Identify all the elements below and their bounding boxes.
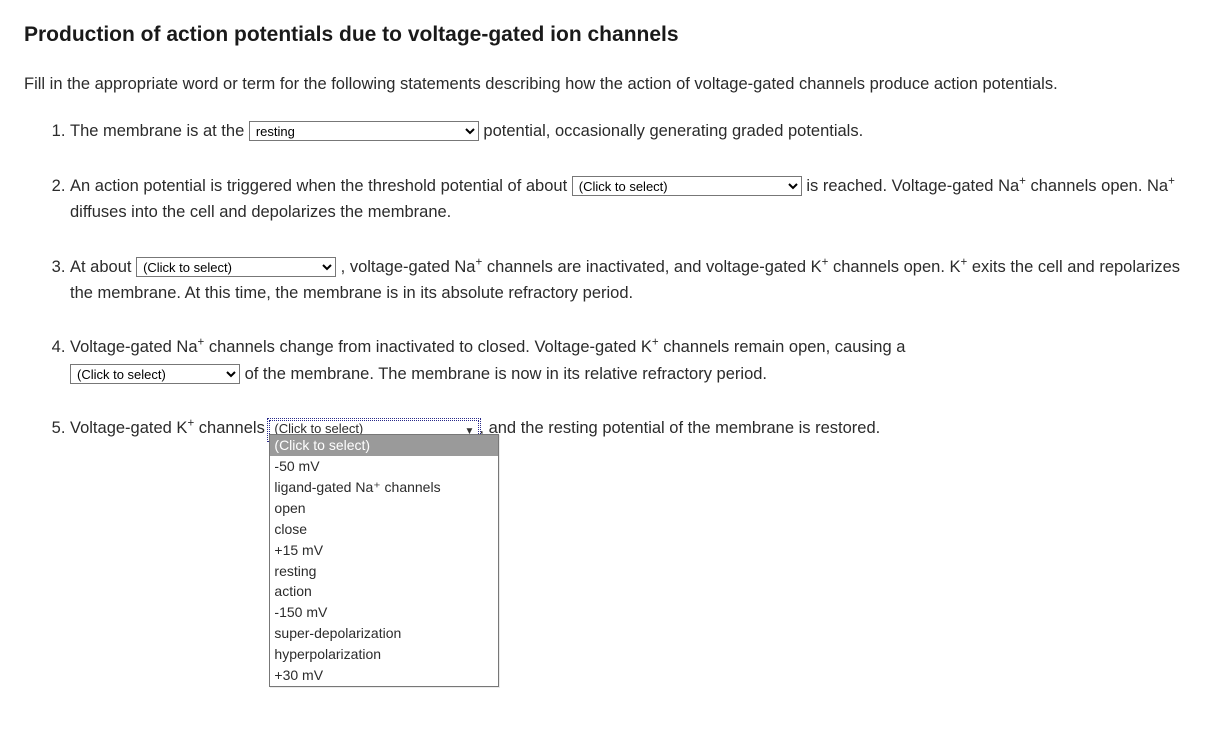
q3-text-a: , voltage-gated	[336, 258, 454, 276]
q2-select[interactable]: (Click to select)	[572, 176, 802, 196]
dropdown-option[interactable]: -150 mV	[270, 602, 498, 623]
q2-text-post-a: is reached. Voltage-gated	[802, 177, 998, 195]
dropdown-option[interactable]: (Click to select)	[270, 435, 498, 456]
dropdown-option[interactable]: -50 mV	[270, 456, 498, 477]
sodium-ion: Na+	[176, 338, 204, 356]
q3-select[interactable]: (Click to select)	[136, 257, 336, 277]
instructions-text: Fill in the appropriate word or term for…	[24, 73, 1186, 96]
dropdown-option[interactable]: hyperpolarization	[270, 644, 498, 665]
question-list: The membrane is at the resting potential…	[24, 118, 1186, 441]
dropdown-option[interactable]: close	[270, 519, 498, 540]
dropdown-option[interactable]: action	[270, 581, 498, 602]
q4-select[interactable]: (Click to select)	[70, 364, 240, 384]
q2-text-post-c: diffuses into the cell and depolarizes t…	[70, 203, 451, 221]
q5-text-pre-b: channels	[194, 419, 269, 437]
q5-dropdown-list: (Click to select) -50 mV ligand-gated Na…	[269, 434, 499, 687]
q5-text-pre-a: Voltage-gated	[70, 419, 176, 437]
dropdown-option[interactable]: super-depolarization	[270, 623, 498, 644]
dropdown-option[interactable]: +30 mV	[270, 665, 498, 686]
dropdown-option[interactable]: open	[270, 498, 498, 519]
dropdown-option[interactable]: ligand-gated Na⁺ channels	[270, 477, 498, 498]
q4-text-post: of the membrane. The membrane is now in …	[240, 365, 767, 383]
q4-text-pre-c: channels remain open, causing a	[659, 338, 906, 356]
q4-text-pre-a: Voltage-gated	[70, 338, 176, 356]
q5-text-post: , and the resting potential of the membr…	[479, 419, 880, 437]
q3-text-c: channels open.	[828, 258, 949, 276]
sodium-ion: Na+	[454, 258, 482, 276]
q1-select[interactable]: resting	[249, 121, 479, 141]
potassium-ion: K+	[949, 258, 967, 276]
question-1: The membrane is at the resting potential…	[70, 118, 1186, 144]
sodium-ion: Na+	[998, 177, 1026, 195]
potassium-ion: K+	[641, 338, 659, 356]
question-4: Voltage-gated Na+ channels change from i…	[70, 334, 1186, 387]
q1-text-post: potential, occasionally generating grade…	[479, 122, 863, 140]
potassium-ion: K+	[811, 258, 829, 276]
q2-text-pre: An action potential is triggered when th…	[70, 177, 572, 195]
dropdown-option[interactable]: resting	[270, 561, 498, 582]
q2-text-post-b: channels open.	[1026, 177, 1147, 195]
q5-select-wrap: (Click to select)▼ (Click to select) -50…	[269, 415, 479, 441]
q4-text-pre-b: channels change from inactivated to clos…	[204, 338, 641, 356]
q1-text-pre: The membrane is at the	[70, 122, 249, 140]
question-3: At about (Click to select) , voltage-gat…	[70, 254, 1186, 307]
q3-text-pre: At about	[70, 258, 136, 276]
question-2: An action potential is triggered when th…	[70, 173, 1186, 226]
page-title: Production of action potentials due to v…	[24, 20, 1186, 49]
question-5: Voltage-gated K+ channels (Click to sele…	[70, 415, 1186, 441]
sodium-ion: Na+	[1147, 177, 1175, 195]
potassium-ion: K+	[176, 419, 194, 437]
dropdown-option[interactable]: +15 mV	[270, 540, 498, 561]
q3-text-b: channels are inactivated, and voltage-ga…	[482, 258, 810, 276]
